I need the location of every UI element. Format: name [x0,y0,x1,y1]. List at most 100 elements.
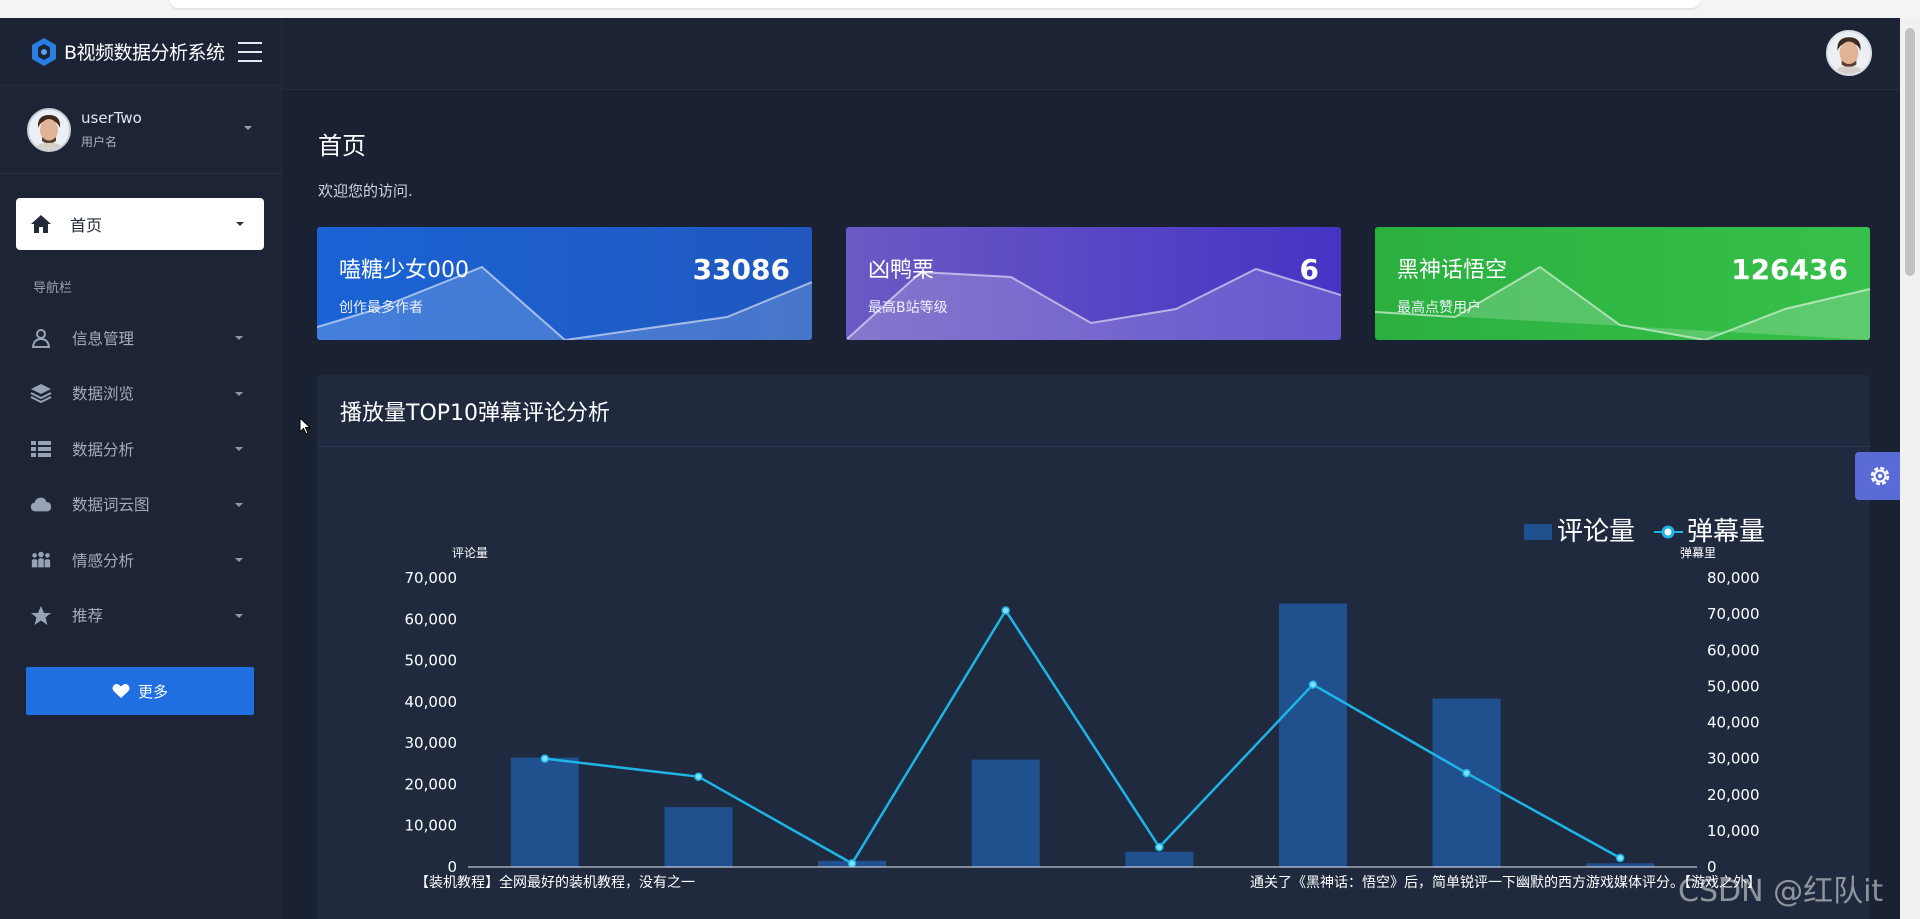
y-left-tick-label: 20,000 [405,775,458,793]
card-value: 126436 [1731,253,1848,286]
chart-line-point [1462,768,1471,778]
scrollbar-thumb[interactable] [1905,28,1915,276]
sidebar-item-home[interactable]: 首页 [16,198,264,250]
home-icon [31,215,51,233]
chart-bar [1432,698,1501,867]
card-subtitle: 创作最多作者 [339,300,423,316]
chevron-down-icon [235,391,243,396]
chevron-down-icon [235,613,243,618]
y-left-tick-label: 60,000 [405,610,458,628]
legend-label-comments[interactable]: 评论量 [1557,517,1635,547]
browser-address-bar-edge [170,0,1700,8]
y-right-tick-label: 60,000 [1707,641,1760,659]
stat-card-top-likes: 黑神话悟空 最高点赞用户 126436 [1375,227,1870,340]
menu-toggle-icon[interactable] [238,42,262,62]
layers-icon [30,382,52,404]
chart-line-point [1001,606,1010,615]
more-button-label: 更多 [137,682,168,701]
avatar [27,107,71,152]
sidebar-item-info-management[interactable]: 信息管理 [0,310,282,366]
y-right-tick-label: 10,000 [1707,822,1760,840]
card-title: 嗑糖少女000 [339,258,469,283]
user-name: userTwo [81,109,142,127]
y-right-tick-label: 30,000 [1707,750,1760,768]
chart-bar [971,759,1040,867]
people-icon [30,549,52,571]
chart-line-point [540,754,550,763]
sidebar-item-label: 数据分析 [72,440,135,459]
user-panel[interactable]: userTwo 用户名 [0,86,281,174]
chart-line-point [1155,842,1164,852]
chevron-down-icon [235,336,243,340]
sidebar-item-label: 数据词云图 [72,496,150,515]
y-left-tick-label: 10,000 [405,817,458,835]
y-left-tick-label: 0 [447,858,457,876]
stat-card-top-author: 嗑糖少女000 创作最多作者 33086 [317,227,812,340]
chart-bar [510,757,579,867]
chart-panel: 播放量TOP10弹幕评论分析 0 10,000 20,000 30,000 40,000… [317,375,1870,919]
sidebar-item-label: 推荐 [72,607,104,626]
sidebar-item-sentiment[interactable]: 情感分析 [0,532,282,588]
chevron-down-icon [235,502,243,507]
y-axis-left-label: 评论量 [452,546,488,560]
sidebar-item-word-cloud[interactable]: 数据词云图 [0,477,282,533]
heart-icon [112,684,130,698]
chevron-down-icon [244,126,252,130]
more-button[interactable]: 更多 [26,667,254,715]
chart-line-point [1615,853,1625,863]
y-left-tick-label: 30,000 [405,734,458,752]
chart-line-point [694,772,703,781]
chevron-down-icon [235,558,243,562]
mouse-cursor-icon [299,417,311,435]
user-role: 用户名 [81,135,118,149]
star-icon [30,604,52,626]
sidebar-item-data-analysis[interactable]: 数据分析 [0,421,282,477]
y-right-tick-label: 70,000 [1707,605,1760,623]
y-left-tick-label: 70,000 [405,569,458,587]
user-icon [30,327,52,349]
combo-chart: 0 10,000 20,000 30,000 40,000 50,000 60,000 70,… [405,517,1766,891]
watermark: CSDN @红队it [1678,874,1884,909]
sidebar-item-label: 数据浏览 [72,385,135,404]
nav-list: 信息管理 数据浏览 数据分析 数据词云图 情感分析 推荐 [0,310,282,643]
settings-gear-icon[interactable] [1855,452,1905,500]
card-subtitle: 最高点赞用户 [1397,300,1481,316]
page-title: 首页 [318,132,366,160]
y-right-tick-label: 50,000 [1707,677,1760,695]
card-title: 凶鸭栗 [868,258,935,283]
sidebar: B视频数据分析系统 userTwo 用户名 首页 导航栏 信息管理 数据浏览 数… [0,18,282,919]
x-tick-label: 【装机教程】全网最好的装机教程，没有之一 [415,874,695,891]
y-left-tick-label: 50,000 [405,652,458,670]
browser-top-strip [0,0,1920,18]
hexagon-logo-icon [32,37,56,66]
chart-bar [1125,851,1194,867]
chart-bar [664,807,733,867]
chart-line-point [847,859,857,868]
legend-swatch-comments[interactable] [1524,524,1552,540]
cloud-icon [30,493,52,515]
sidebar-item-recommend[interactable]: 推荐 [0,588,282,644]
page-subtitle: 欢迎您的访问. [318,182,413,200]
chart-bar [1278,603,1347,867]
y-right-tick-label: 80,000 [1707,569,1760,587]
stat-card-top-level: 凶鸭栗 最高B站等级 6 [846,227,1341,340]
top-bar [282,18,1900,90]
sidebar-item-data-browse[interactable]: 数据浏览 [0,366,282,422]
chart-bar [1586,863,1655,867]
card-value: 33086 [692,253,790,286]
chart-line-point [1308,680,1318,689]
y-right-tick-label: 40,000 [1707,714,1760,732]
chevron-down-icon [235,447,243,451]
app-title: B视频数据分析系统 [64,42,225,64]
legend-label-danmaku[interactable]: 弹幕量 [1687,517,1765,547]
nav-section-label: 导航栏 [33,281,73,296]
y-axis-right-label: 弹幕里 [1680,546,1716,560]
sidebar-item-label: 信息管理 [72,329,135,348]
avatar[interactable] [1826,30,1872,76]
card-title: 黑神话悟空 [1397,258,1508,283]
card-value: 6 [1299,253,1319,286]
sidebar-item-label: 首页 [70,216,103,235]
legend-marker-danmaku[interactable] [1661,525,1675,539]
table-list-icon [30,438,52,460]
card-subtitle: 最高B站等级 [868,300,948,316]
